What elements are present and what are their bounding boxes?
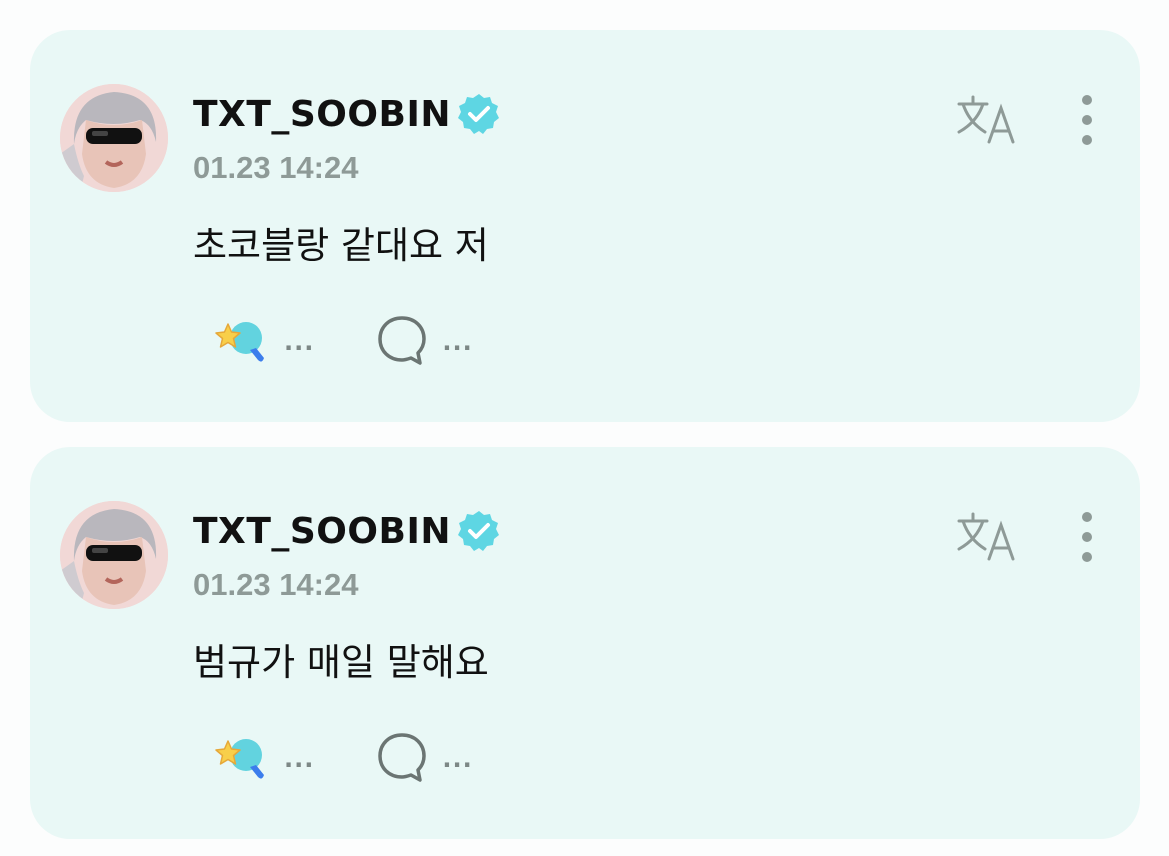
- post-timestamp: 01.23 14:24: [193, 567, 359, 602]
- reaction-count: ...: [284, 328, 315, 356]
- star-wand-reaction-icon: [215, 322, 264, 362]
- more-vertical-icon: [1082, 95, 1092, 145]
- username[interactable]: TXT_SOOBIN: [193, 94, 451, 135]
- more-options-button[interactable]: [1070, 92, 1104, 148]
- avatar[interactable]: [60, 501, 168, 609]
- author-row: TXT_SOOBIN: [193, 88, 501, 140]
- reaction-button[interactable]: ...: [210, 729, 314, 785]
- comment-bubble-icon: [378, 733, 427, 782]
- translate-icon: [957, 512, 1015, 561]
- comment-count: ...: [442, 328, 473, 356]
- translate-button[interactable]: [955, 511, 1021, 563]
- reaction-button[interactable]: ...: [210, 312, 314, 368]
- more-options-button[interactable]: [1070, 509, 1104, 565]
- post-card[interactable]: TXT_SOOBIN 01.23 14:24 초코블랑 같대요 저 ... ..…: [30, 30, 1140, 422]
- verified-badge-icon: [457, 94, 499, 134]
- post-feed: TXT_SOOBIN 01.23 14:24 초코블랑 같대요 저 ... ..…: [0, 0, 1169, 856]
- verified-badge-icon: [457, 511, 499, 551]
- post-text: 초코블랑 같대요 저: [193, 224, 489, 267]
- post-card[interactable]: TXT_SOOBIN 01.23 14:24 범규가 매일 말해요 ... ..…: [30, 447, 1140, 839]
- comment-button[interactable]: ...: [376, 729, 472, 785]
- post-timestamp: 01.23 14:24: [193, 150, 359, 185]
- post-text: 범규가 매일 말해요: [193, 641, 489, 684]
- reaction-count: ...: [284, 745, 315, 773]
- author-row: TXT_SOOBIN: [193, 505, 501, 557]
- post-actions: ... ...: [210, 312, 473, 368]
- more-vertical-icon: [1082, 512, 1092, 562]
- translate-button[interactable]: [955, 94, 1021, 146]
- post-actions: ... ...: [210, 729, 473, 785]
- comment-count: ...: [442, 745, 473, 773]
- comment-bubble-icon: [378, 316, 427, 365]
- translate-icon: [957, 95, 1015, 144]
- star-wand-reaction-icon: [215, 739, 264, 779]
- comment-button[interactable]: ...: [376, 312, 472, 368]
- username[interactable]: TXT_SOOBIN: [193, 511, 451, 552]
- avatar[interactable]: [60, 84, 168, 192]
